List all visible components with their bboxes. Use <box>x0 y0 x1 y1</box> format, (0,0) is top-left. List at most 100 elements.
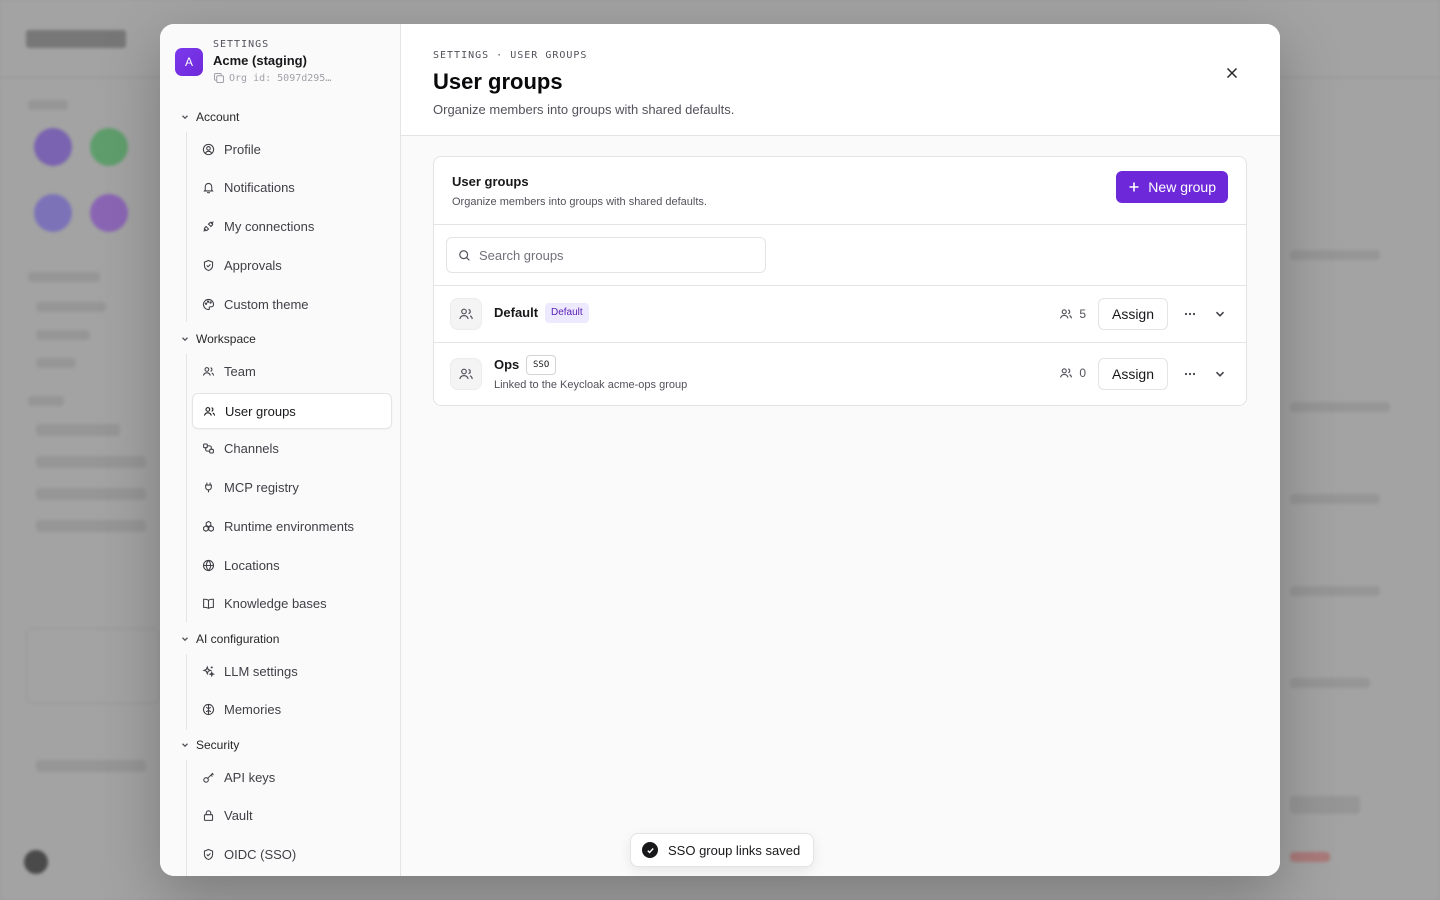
page-subtitle: Organize members into groups with shared… <box>433 102 735 117</box>
member-count: 0 <box>1059 366 1086 380</box>
assign-button[interactable]: Assign <box>1098 358 1168 390</box>
nav-divider <box>186 354 187 622</box>
sidebar-item-runtime-environments[interactable]: Runtime environments <box>192 508 392 544</box>
sidebar-item-user-groups[interactable]: User groups <box>192 393 392 429</box>
section-label: Security <box>196 738 240 752</box>
bg-avatar <box>24 850 48 874</box>
background-logo <box>26 30 126 48</box>
sidebar-item-custom-theme[interactable]: Custom theme <box>192 286 392 322</box>
member-count-value: 0 <box>1079 366 1086 380</box>
group-description: Linked to the Keycloak acme-ops group <box>494 379 688 391</box>
page-title: User groups <box>433 69 563 94</box>
org-name: Acme (staging) <box>213 53 307 68</box>
chevron-down-icon <box>182 637 188 642</box>
bg-avatar <box>34 128 72 166</box>
chevron-down-icon <box>182 337 188 342</box>
new-group-button[interactable]: New group <box>1116 171 1228 203</box>
section-label: Workspace <box>196 332 256 346</box>
sidebar-item-label: Custom theme <box>224 296 309 312</box>
org-switcher[interactable]: A SETTINGS Acme (staging) Org id: 5097d2… <box>175 39 331 84</box>
lock-icon <box>203 809 214 821</box>
bg-text <box>1290 494 1380 504</box>
close-icon[interactable] <box>1225 66 1239 80</box>
bg-avatar <box>90 128 128 166</box>
boxes-icon <box>203 520 214 532</box>
sidebar-item-channels[interactable]: Channels <box>192 430 392 466</box>
sidebar-item-label: My connections <box>224 218 315 234</box>
bg-text <box>36 488 146 500</box>
bg-card <box>26 628 160 704</box>
section-label: Account <box>196 110 240 124</box>
chevron-down-icon <box>182 115 188 120</box>
group-row-default[interactable]: Default Default 5 Assign <box>434 286 1246 343</box>
search-icon <box>459 249 470 261</box>
nav-divider <box>186 760 187 876</box>
sidebar-item-label: LLM settings <box>224 663 298 679</box>
brain-icon <box>202 703 215 715</box>
chevron-down-icon[interactable] <box>1214 368 1226 380</box>
channels-icon <box>203 443 214 453</box>
copy-icon[interactable] <box>213 72 225 84</box>
sidebar-item-label: Approvals <box>224 257 282 273</box>
bg-text <box>28 396 64 406</box>
bg-text <box>1290 402 1390 412</box>
more-horizontal-icon[interactable] <box>1183 307 1197 321</box>
page-header: SETTINGS · USER GROUPS User groups Organ… <box>401 24 1280 136</box>
toast-message: SSO group links saved <box>668 842 801 858</box>
sidebar-item-label: User groups <box>225 403 296 419</box>
sidebar-item-knowledge-bases[interactable]: Knowledge bases <box>192 585 392 621</box>
sidebar-item-notifications[interactable]: Notifications <box>192 169 392 205</box>
sidebar-item-approvals[interactable]: Approvals <box>192 247 392 283</box>
plug-connector-icon <box>205 482 212 492</box>
bg-text <box>1290 586 1380 596</box>
sidebar-item-label: Channels <box>224 440 279 456</box>
card-header: User groups Organize members into groups… <box>434 157 1246 225</box>
sidebar-item-memories[interactable]: Memories <box>192 691 392 727</box>
section-ai-configuration[interactable]: AI configuration <box>180 632 279 646</box>
check-circle-icon <box>642 842 658 858</box>
nav-divider <box>186 132 187 322</box>
more-actions-button[interactable] <box>1178 302 1202 326</box>
section-account[interactable]: Account <box>180 110 239 124</box>
sidebar-item-oidc-sso[interactable]: OIDC (SSO) <box>192 836 392 872</box>
section-security[interactable]: Security <box>180 738 239 752</box>
sidebar-item-vault[interactable]: Vault <box>192 797 392 833</box>
bg-text <box>36 520 146 532</box>
card-title: User groups <box>452 174 529 189</box>
sidebar-item-api-keys[interactable]: API keys <box>192 759 392 795</box>
more-horizontal-icon[interactable] <box>1183 367 1197 381</box>
close-button[interactable] <box>1220 61 1244 85</box>
expand-button[interactable] <box>1208 302 1232 326</box>
sidebar-item-locations[interactable]: Locations <box>192 547 392 583</box>
plus-icon <box>1129 182 1139 192</box>
sidebar-item-team[interactable]: Team <box>192 353 392 389</box>
sidebar-item-mcp-registry[interactable]: MCP registry <box>192 469 392 505</box>
group-name: Ops <box>494 357 520 372</box>
section-workspace[interactable]: Workspace <box>180 332 256 346</box>
shield-check-icon <box>203 259 214 271</box>
key-icon <box>203 772 214 783</box>
users-icon <box>459 368 473 380</box>
user-groups-card: User groups Organize members into groups… <box>433 156 1247 406</box>
group-row-ops[interactable]: Ops SSO Linked to the Keycloak acme-ops … <box>434 343 1246 405</box>
member-count-value: 5 <box>1079 307 1086 321</box>
bg-text <box>36 330 90 340</box>
member-count: 5 <box>1059 307 1086 321</box>
search-box[interactable] <box>446 237 766 273</box>
org-id[interactable]: Org id: 5097d295… <box>213 72 331 84</box>
search-input[interactable] <box>479 247 759 263</box>
expand-button[interactable] <box>1208 362 1232 386</box>
settings-modal: A SETTINGS Acme (staging) Org id: 5097d2… <box>160 24 1280 876</box>
breadcrumb: SETTINGS · USER GROUPS <box>433 50 588 61</box>
assign-button[interactable]: Assign <box>1098 298 1168 330</box>
user-circle-icon <box>202 143 215 155</box>
chevron-down-icon[interactable] <box>1214 308 1226 320</box>
sidebar-item-my-connections[interactable]: My connections <box>192 208 392 244</box>
sidebar-item-profile[interactable]: Profile <box>192 131 392 167</box>
bg-text <box>28 100 68 110</box>
sidebar-item-llm-settings[interactable]: LLM settings <box>192 653 392 689</box>
sidebar-item-label: Profile <box>224 141 261 157</box>
more-actions-button[interactable] <box>1178 362 1202 386</box>
group-name: Default <box>494 305 539 320</box>
shield-check-icon <box>203 848 214 860</box>
